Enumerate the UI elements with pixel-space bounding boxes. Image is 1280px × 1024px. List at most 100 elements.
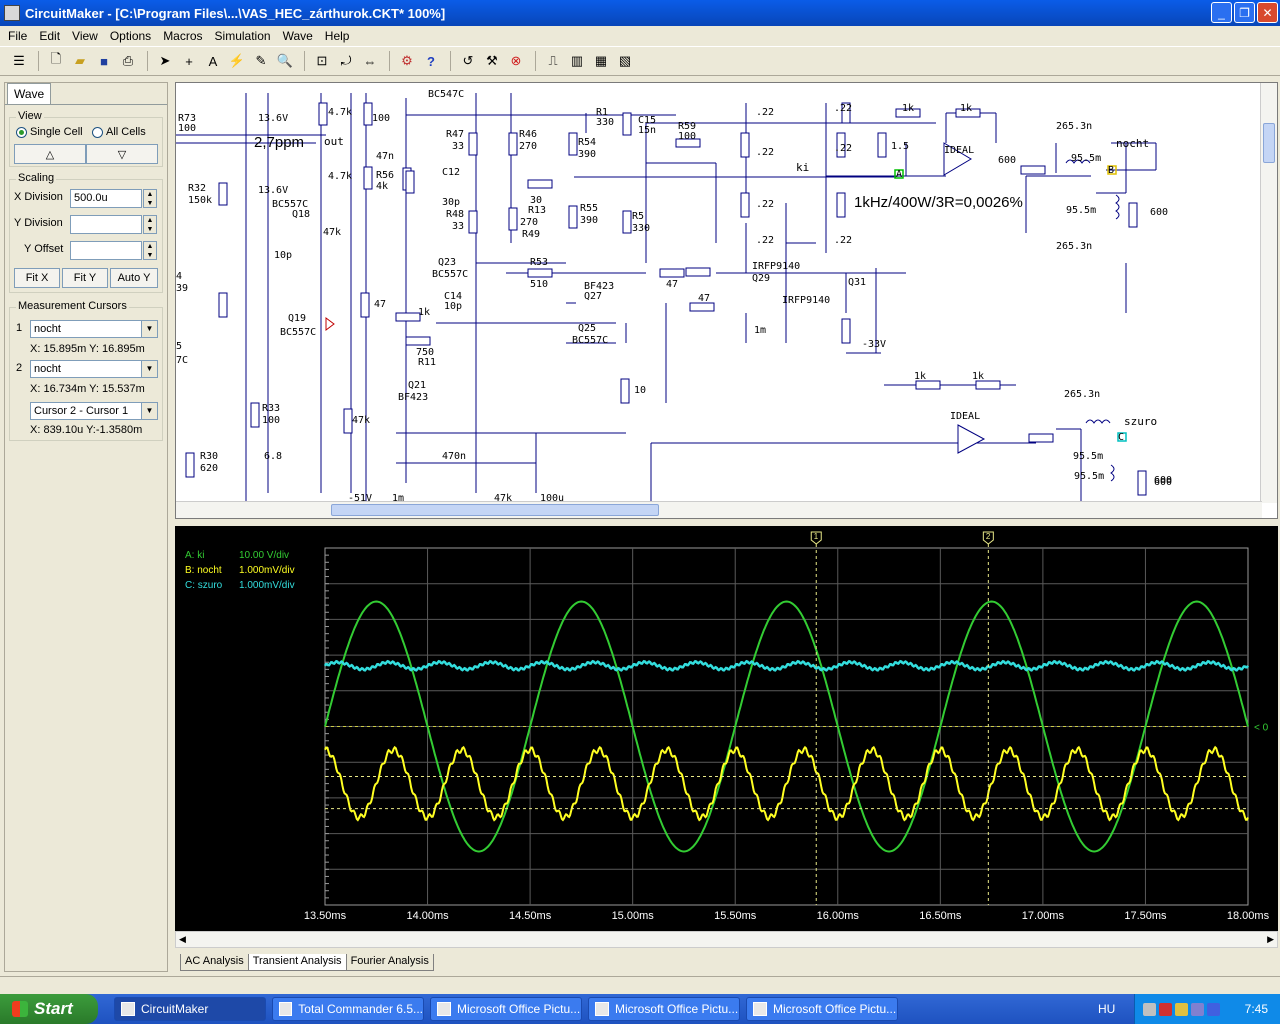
menu-view[interactable]: View (66, 29, 104, 43)
schematic-label: 6.8 (264, 451, 282, 462)
arrow-tool-icon[interactable]: ➤ (154, 50, 176, 72)
waveform-cursors[interactable]: 12 (325, 531, 1248, 905)
volume-icon[interactable] (1175, 1002, 1188, 1016)
view-group-title: View (16, 110, 44, 122)
grid-icon[interactable]: ☰ (8, 50, 30, 72)
scroll-right-icon[interactable]: ▶ (1267, 934, 1274, 945)
menu-simulation[interactable]: Simulation (209, 29, 277, 43)
schematic-label: 4.7k (328, 107, 352, 118)
schematic-label: 33 (452, 141, 464, 152)
tab-ac-analysis[interactable]: AC Analysis (180, 954, 249, 971)
scroll-left-icon[interactable]: ◀ (179, 934, 186, 945)
menu-wave[interactable]: Wave (277, 29, 319, 43)
auto-y-button[interactable]: Auto Y (110, 268, 158, 288)
print-icon[interactable]: ⎙ (117, 50, 139, 72)
schematic-label: R49 (522, 229, 540, 240)
schematic-label: 1k (960, 103, 972, 114)
close-button[interactable]: ✕ (1257, 2, 1278, 23)
help-icon[interactable]: ? (420, 50, 442, 72)
new-file-icon[interactable]: 🗋 (45, 50, 67, 72)
chart2-icon[interactable]: ▦ (590, 50, 612, 72)
task-picture-manager-2[interactable]: Microsoft Office Pictu... (588, 997, 740, 1021)
tab-fourier-analysis[interactable]: Fourier Analysis (345, 954, 434, 971)
all-cells-radio[interactable]: All Cells (92, 126, 146, 138)
schematic-hscroll-thumb[interactable] (331, 504, 659, 516)
schematic-label: 10p (444, 301, 462, 312)
task-picture-manager-3[interactable]: Microsoft Office Pictu... (746, 997, 898, 1021)
schematic-label: 10p (274, 250, 292, 261)
task-circuitmaker[interactable]: CircuitMaker (114, 997, 266, 1021)
waveform-view[interactable]: < 0 12 13.50ms 14.00ms 14.50ms 15.00ms 15.50… (175, 526, 1278, 931)
waveform-grid: < 0 (324, 547, 1269, 906)
y-division-spinner[interactable]: ▲ ▼ (143, 215, 157, 234)
fit-y-button[interactable]: Fit Y (62, 268, 108, 288)
fit-icon[interactable]: ⊡ (311, 50, 333, 72)
y-division-field[interactable] (70, 215, 142, 234)
step-icon[interactable]: ⚒ (481, 50, 503, 72)
display-icon[interactable] (1191, 1002, 1204, 1016)
language-indicator[interactable]: HU (1098, 1002, 1115, 1016)
schematic-label: R48 (446, 209, 464, 220)
schematic-label: R53 (530, 257, 548, 268)
probe-tool-icon[interactable]: ⚡ (226, 50, 248, 72)
schematic-label: R5 (632, 211, 644, 222)
rotate-icon[interactable]: ⤾ (335, 50, 357, 72)
tab-transient-analysis[interactable]: Transient Analysis (247, 954, 347, 971)
task-picture-manager-1[interactable]: Microsoft Office Pictu... (430, 997, 582, 1021)
digital-icon[interactable]: ⚙ (396, 50, 418, 72)
schematic-vscroll[interactable] (1260, 83, 1277, 503)
y-offset-spinner[interactable]: ▲ ▼ (143, 241, 157, 260)
open-file-icon[interactable]: ▰ (69, 50, 91, 72)
cursor1-select[interactable]: nocht ▼ (30, 320, 158, 338)
bluetooth-icon[interactable] (1207, 1002, 1220, 1016)
menu-options[interactable]: Options (104, 29, 157, 43)
stop-icon[interactable]: ⊗ (505, 50, 527, 72)
x-division-field[interactable]: 500.0u (70, 189, 142, 208)
schematic-canvas[interactable]: R73 100 13.6V 2,7ppm out 4.7k 100 47n BC547C R47 3… (175, 82, 1278, 519)
chart3-icon[interactable]: ▧ (614, 50, 636, 72)
down-button[interactable]: ▽ (86, 144, 158, 164)
status-bar (0, 976, 1280, 994)
chart-icon[interactable]: ▥ (566, 50, 588, 72)
save-icon[interactable]: ■ (93, 50, 115, 72)
wave-icon[interactable]: ⎍ (542, 50, 564, 72)
network-icon[interactable] (1143, 1002, 1156, 1016)
cursor1-number: 1 (16, 322, 23, 334)
start-button[interactable]: Start (0, 994, 98, 1024)
schematic-label: 10 (634, 385, 646, 396)
schematic-vscroll-thumb[interactable] (1263, 123, 1275, 163)
zoom-icon[interactable]: 🔍 (274, 50, 296, 72)
cursor-diff-value: Cursor 2 - Cursor 1 (34, 405, 129, 417)
wire-tool-icon[interactable]: + (178, 50, 200, 72)
minimize-button[interactable]: _ (1211, 2, 1232, 23)
fit-x-button[interactable]: Fit X (14, 268, 60, 288)
x-tick-label: 18.00ms (1227, 910, 1270, 922)
menu-file[interactable]: File (2, 29, 33, 43)
maximize-button[interactable]: ❐ (1234, 2, 1255, 23)
schematic-hscroll[interactable] (176, 501, 1262, 518)
schematic-label: 47k (323, 227, 341, 238)
y-offset-field[interactable] (70, 241, 142, 260)
schematic-label: 100 (372, 113, 390, 124)
waveform-hscroll[interactable]: ◀ ▶ (175, 931, 1278, 948)
schematic-label: 390 (580, 215, 598, 226)
chevron-down-icon: ▼ (141, 361, 157, 377)
up-button[interactable]: △ (14, 144, 86, 164)
cursor2-select[interactable]: nocht ▼ (30, 360, 158, 378)
menu-edit[interactable]: Edit (33, 29, 66, 43)
cursor-1-label: 1 (814, 532, 819, 541)
task-total-commander[interactable]: Total Commander 6.5... (272, 997, 424, 1021)
tab-wave[interactable]: Wave (7, 83, 51, 105)
reset-icon[interactable]: ↺ (457, 50, 479, 72)
single-cell-radio[interactable]: Single Cell (16, 126, 83, 138)
mirror-icon[interactable]: ⇔ (359, 50, 381, 72)
x-division-spinner[interactable]: ▲ ▼ (143, 189, 157, 208)
schematic-label: .22 (834, 235, 852, 246)
shield-icon[interactable] (1159, 1002, 1172, 1016)
text-tool-icon[interactable]: A (202, 50, 224, 72)
menu-macros[interactable]: Macros (157, 29, 208, 43)
cursor-diff-select[interactable]: Cursor 2 - Cursor 1 ▼ (30, 402, 158, 420)
schematic-label: IRFP9140 (782, 295, 830, 306)
pen-tool-icon[interactable]: ✎ (250, 50, 272, 72)
menu-help[interactable]: Help (319, 29, 356, 43)
